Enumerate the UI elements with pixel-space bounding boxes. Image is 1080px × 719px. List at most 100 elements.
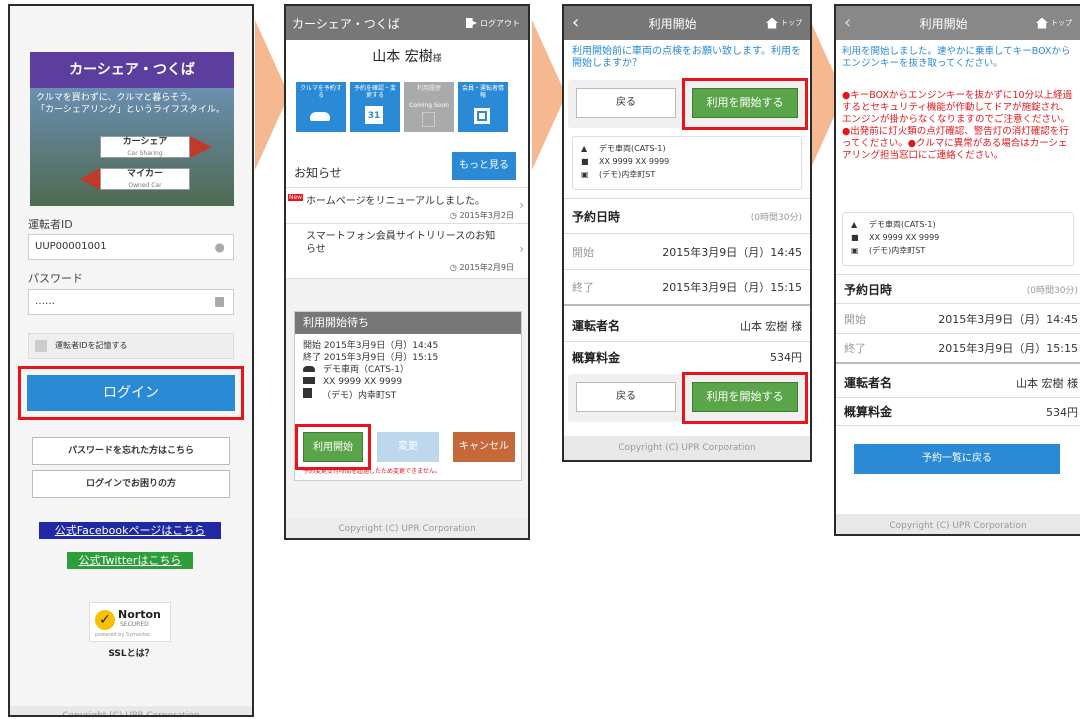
top-button[interactable]: トップ xyxy=(1036,17,1072,29)
driver-label: 運転者名 xyxy=(572,319,621,333)
fee-label: 概算料金 xyxy=(844,405,893,419)
user-greeting: 山本 宏樹様 クルマを予約する 予約を確認・変更する 31 利用履歴 Comin… xyxy=(286,40,528,148)
tile-reserve-car[interactable]: クルマを予約する xyxy=(296,82,346,132)
start-label: 開始 xyxy=(303,341,322,351)
driver-id-field[interactable]: UUP00001001 ● xyxy=(28,234,234,260)
tile-member-info[interactable]: 会員・運転者情報 xyxy=(458,82,508,132)
reservation-row: 予約日時 (0時間30分) xyxy=(564,198,810,234)
home-icon xyxy=(1036,17,1048,29)
driver-id-label: 運転者ID xyxy=(28,218,73,231)
cancel-button[interactable]: キャンセル xyxy=(453,432,515,462)
tile-check-label: 予約を確認・変更する xyxy=(353,85,396,99)
news-item[interactable]: New ホームページをリニューアルしました。 ◷ 2015年3月2日 › xyxy=(286,188,528,224)
waiting-details: 開始 2015年3月9日（月）14:45 終了 2015年3月9日（月）15:1… xyxy=(295,334,521,408)
duration: (0時間30分) xyxy=(1026,285,1078,296)
driver-value: 山本 宏樹 様 xyxy=(1016,376,1078,390)
back-button[interactable]: 戻る xyxy=(576,88,676,118)
fee-row: 概算料金 534円 xyxy=(564,342,810,372)
top-button[interactable]: トップ xyxy=(766,17,802,29)
started-warning: ●キーBOXからエンジンキーを抜かずに10分以上経過するとセキュリティ機能が作動… xyxy=(842,90,1073,161)
sign-mycar: マイカー Owned Car xyxy=(100,168,190,190)
calendar-icon: 31 xyxy=(365,106,383,124)
waiting-card: 利用開始待ち 開始 2015年3月9日（月）14:45 終了 2015年3月9日… xyxy=(294,311,522,481)
start-button[interactable]: 利用を開始する xyxy=(692,382,798,412)
back-icon[interactable]: ‹ xyxy=(844,14,851,32)
car-icon: ▲ xyxy=(581,144,588,153)
remember-row[interactable]: 運転者IDを記憶する xyxy=(28,333,234,359)
sign-carshare: カーシェア Car Sharing xyxy=(100,136,190,158)
end-value: 2015年3月9日（月）15:15 xyxy=(662,281,802,294)
password-field[interactable]: …… xyxy=(28,289,234,315)
reservation-label: 予約日時 xyxy=(572,209,621,224)
logout-button[interactable]: ログアウト xyxy=(466,18,520,29)
norton-badge[interactable]: ✓ Norton SECURED powered by Symantec xyxy=(89,602,171,642)
login-help-button[interactable]: ログインでお困りの方 xyxy=(32,470,230,498)
banner-image: クルマを買わずに、クルマと暮らそう。 「カーシェアリング」というライフスタイル。… xyxy=(30,88,234,206)
remember-checkbox[interactable] xyxy=(35,340,47,352)
logo-panel: カーシェア・つくば クルマを買わずに、クルマと暮らそう。 「カーシェアリング」と… xyxy=(30,52,234,206)
tile-check-reservation[interactable]: 予約を確認・変更する 31 xyxy=(350,82,400,132)
change-button: 変更 xyxy=(377,432,439,462)
station-icon: ▣ xyxy=(851,246,859,255)
checkmark-icon: ✓ xyxy=(95,610,115,630)
plate-number: XX 9999 XX 9999 xyxy=(869,233,940,242)
driver-row: 運転者名 山本 宏樹 様 xyxy=(836,368,1080,398)
tile-member-label: 会員・運転者情報 xyxy=(461,85,504,99)
end-label: 終了 xyxy=(844,342,866,355)
start-label: 開始 xyxy=(572,245,594,259)
history-icon xyxy=(422,112,435,127)
menu-tiles: クルマを予約する 予約を確認・変更する 31 利用履歴 Coming Soon … xyxy=(296,82,508,132)
tile-history: 利用履歴 Coming Soon xyxy=(404,82,454,132)
start-button[interactable]: 利用を開始する xyxy=(692,88,798,118)
login-button[interactable]: ログイン xyxy=(27,375,235,411)
ssl-label[interactable]: SSLとは？ xyxy=(10,646,252,659)
reservation-row: 予約日時 (0時間30分) xyxy=(836,274,1080,304)
car-icon xyxy=(310,112,330,121)
sign-carshare-sub: Car Sharing xyxy=(127,150,163,157)
home-icon xyxy=(766,17,778,29)
norton-text: Norton xyxy=(118,608,161,621)
vehicle-name: デモ車両(CATS-1) xyxy=(869,220,936,229)
user-suffix: 様 xyxy=(432,54,442,64)
fee-label: 概算料金 xyxy=(572,350,621,365)
start-value: 2015年3月9日（月）14:45 xyxy=(662,245,802,259)
banner-line1: クルマを買わずに、クルマと暮らそう。 xyxy=(36,93,197,103)
user-name: 山本 宏樹 xyxy=(372,49,433,65)
fee-value: 534円 xyxy=(770,351,802,364)
station-name: （デモ）内幸町ST xyxy=(322,391,397,401)
back-icon[interactable]: ‹ xyxy=(572,14,579,32)
forgot-password-button[interactable]: パスワードを忘れた方はこちら xyxy=(32,437,230,465)
more-button[interactable]: もっと見る xyxy=(452,152,516,180)
twitter-link[interactable]: 公式Twitterはこちら xyxy=(67,552,193,569)
top-label: トップ xyxy=(781,19,802,27)
vehicle-name: デモ車両(CATS-1) xyxy=(599,144,666,153)
news-header: お知らせ もっと見る xyxy=(286,148,528,188)
copyright: Copyright (C) UPR Corporation xyxy=(836,514,1080,534)
chevron-right-icon: › xyxy=(519,198,524,212)
header-title: 利用開始 xyxy=(919,16,968,31)
vehicle-name: デモ車両（CATS-1） xyxy=(323,365,409,375)
news-item[interactable]: スマートフォン会員サイトリリースのお知らせ ◷ 2015年2月9日 › xyxy=(286,224,528,279)
news-text: スマートフォン会員サイトリリースのお知らせ xyxy=(306,231,496,255)
plate-icon xyxy=(303,377,315,384)
sign-mycar-sub: Owned Car xyxy=(128,182,162,189)
start-row: 開始 2015年3月9日（月）14:45 xyxy=(836,304,1080,334)
vehicle-info: ▲ デモ車両(CATS-1) ■ XX 9999 XX 9999 ▣ (デモ)内幸町S… xyxy=(572,136,802,190)
flow-stage: カーシェア・つくば クルマを買わずに、クルマと暮らそう。 「カーシェアリング」と… xyxy=(0,0,1080,719)
start-use-button[interactable]: 利用開始 xyxy=(303,432,363,462)
header: ‹ 利用開始 トップ xyxy=(564,6,810,40)
facebook-link[interactable]: 公式Facebookページはこちら xyxy=(39,522,221,539)
confirm-message: 利用開始前に車両の点検をお願い致します。利用を開始しますか？ xyxy=(572,46,801,69)
start-value: 2015年3月9日（月）14:45 xyxy=(938,312,1078,326)
back-button[interactable]: 戻る xyxy=(576,382,676,412)
back-to-list-button[interactable]: 予約一覧に戻る xyxy=(854,444,1060,474)
sign-mycar-label: マイカー xyxy=(126,169,163,179)
profile-icon xyxy=(474,108,490,124)
logo-title: カーシェア・つくば xyxy=(30,52,234,88)
waiting-actions: 利用開始 変更 キャンセル xyxy=(295,424,515,470)
norton-sub: SECURED xyxy=(120,621,149,628)
logout-label: ログアウト xyxy=(480,18,520,28)
flow-arrow xyxy=(532,20,566,170)
news-date-text: 2015年3月2日 xyxy=(459,211,514,220)
news-date-text: 2015年2月9日 xyxy=(459,263,514,272)
